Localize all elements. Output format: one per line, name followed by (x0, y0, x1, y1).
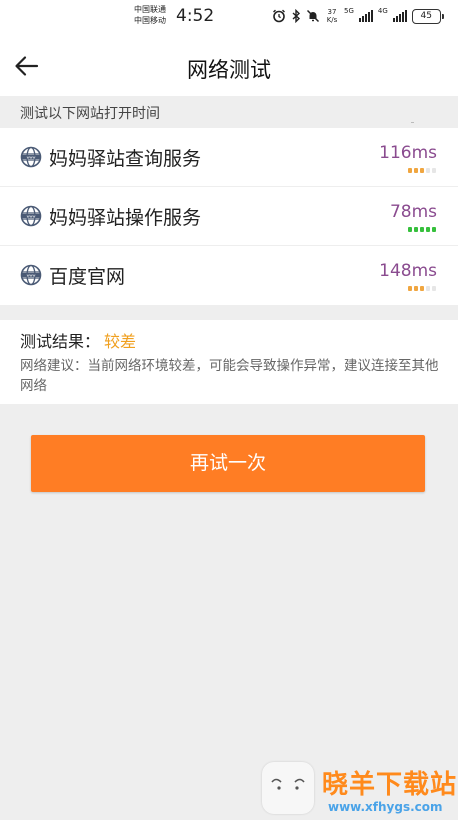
site-name: 妈妈驿站操作服务 (49, 207, 202, 229)
latency-value: 148ms (379, 261, 437, 281)
watermark: 晓羊下载站 www.xfhygs.com (262, 760, 458, 820)
latency-bar-empty (432, 286, 436, 291)
svg-text:www: www (27, 214, 36, 218)
app-header: 网络测试 (0, 34, 458, 96)
carrier-1: 中国联通 (134, 5, 166, 14)
status-bar: 中国联通 中国移动 4:52 37 K/s 5G 4G 45 (0, 0, 458, 34)
page-title: 网络测试 (187, 58, 271, 82)
status-time: 4:52 (176, 6, 215, 26)
latency-bar-filled (408, 227, 412, 232)
svg-text:www: www (27, 155, 36, 159)
site-name: 妈妈驿站查询服务 (49, 148, 202, 170)
latency-bar-filled (414, 286, 418, 291)
network-type-1: 5G (344, 7, 354, 15)
latency-bar-filled (408, 168, 412, 173)
latency-bar-filled (426, 227, 430, 232)
section-heading: 测试以下网站打开时间 (0, 96, 458, 128)
section-heading-text: 测试以下网站打开时间 (20, 106, 160, 122)
latency-bars (408, 168, 436, 173)
test-result-panel: 测试结果： 较差 网络建议：当前网络环境较差，可能会导致操作异常，建议连接至其他网… (0, 320, 458, 404)
latency-bars (408, 286, 436, 291)
site-name: 百度官网 (49, 266, 126, 288)
sheep-face-icon (271, 778, 305, 790)
latency-bar-filled (420, 227, 424, 232)
speed-unit: K/s (326, 16, 338, 24)
sheep-logo-icon (262, 762, 314, 814)
carrier-2: 中国移动 (134, 16, 166, 25)
speed-value: 37 (327, 8, 337, 16)
mute-icon (306, 9, 320, 23)
latency-value: 116ms (379, 143, 437, 163)
latency-bar-empty (432, 168, 436, 173)
list-item: www 妈妈驿站操作服务 78ms (0, 187, 458, 246)
watermark-url: www.xfhygs.com (328, 800, 443, 814)
globe-icon: www (20, 264, 42, 286)
latency-bar-filled (432, 227, 436, 232)
latency-bar-empty (426, 168, 430, 173)
result-line: 测试结果： 较差 (20, 328, 136, 352)
network-advice: 网络建议：当前网络环境较差，可能会导致操作异常，建议连接至其他网络 (20, 358, 439, 394)
latency-bar-filled (420, 168, 424, 173)
signal-icon (358, 10, 373, 22)
bluetooth-icon (292, 9, 301, 23)
battery-icon: 45 (411, 8, 444, 24)
latency-bar-filled (408, 286, 412, 291)
result-label: 测试结果： (20, 332, 101, 351)
latency-bar-filled (420, 286, 424, 291)
latency-bar-filled (414, 168, 418, 173)
globe-icon: www (20, 205, 42, 227)
alarm-icon (273, 9, 285, 23)
latency-bars (408, 227, 436, 232)
retry-button[interactable]: 再试一次 (31, 435, 425, 492)
globe-icon: www (20, 146, 42, 168)
watermark-title: 晓羊下载站 (322, 770, 458, 800)
list-item: www 百度官网 148ms (0, 246, 458, 305)
latency-value: 78ms (389, 202, 437, 222)
network-type-2: 4G (377, 7, 388, 15)
latency-bar-empty (426, 286, 430, 291)
status-icons: 37 K/s 5G 4G 45 (272, 6, 444, 26)
latency-bar-filled (414, 227, 418, 232)
result-value: 较差 (104, 332, 137, 351)
carrier-names: 中国联通 中国移动 (134, 4, 166, 26)
network-speed: 37 K/s (325, 8, 339, 24)
divider-mark (411, 122, 414, 123)
site-list: www 妈妈驿站查询服务 116ms www 妈妈驿站操作服务 78ms www… (0, 128, 458, 305)
signal-icon (392, 10, 407, 22)
list-item: www 妈妈驿站查询服务 116ms (0, 128, 458, 187)
svg-text:www: www (27, 273, 36, 277)
